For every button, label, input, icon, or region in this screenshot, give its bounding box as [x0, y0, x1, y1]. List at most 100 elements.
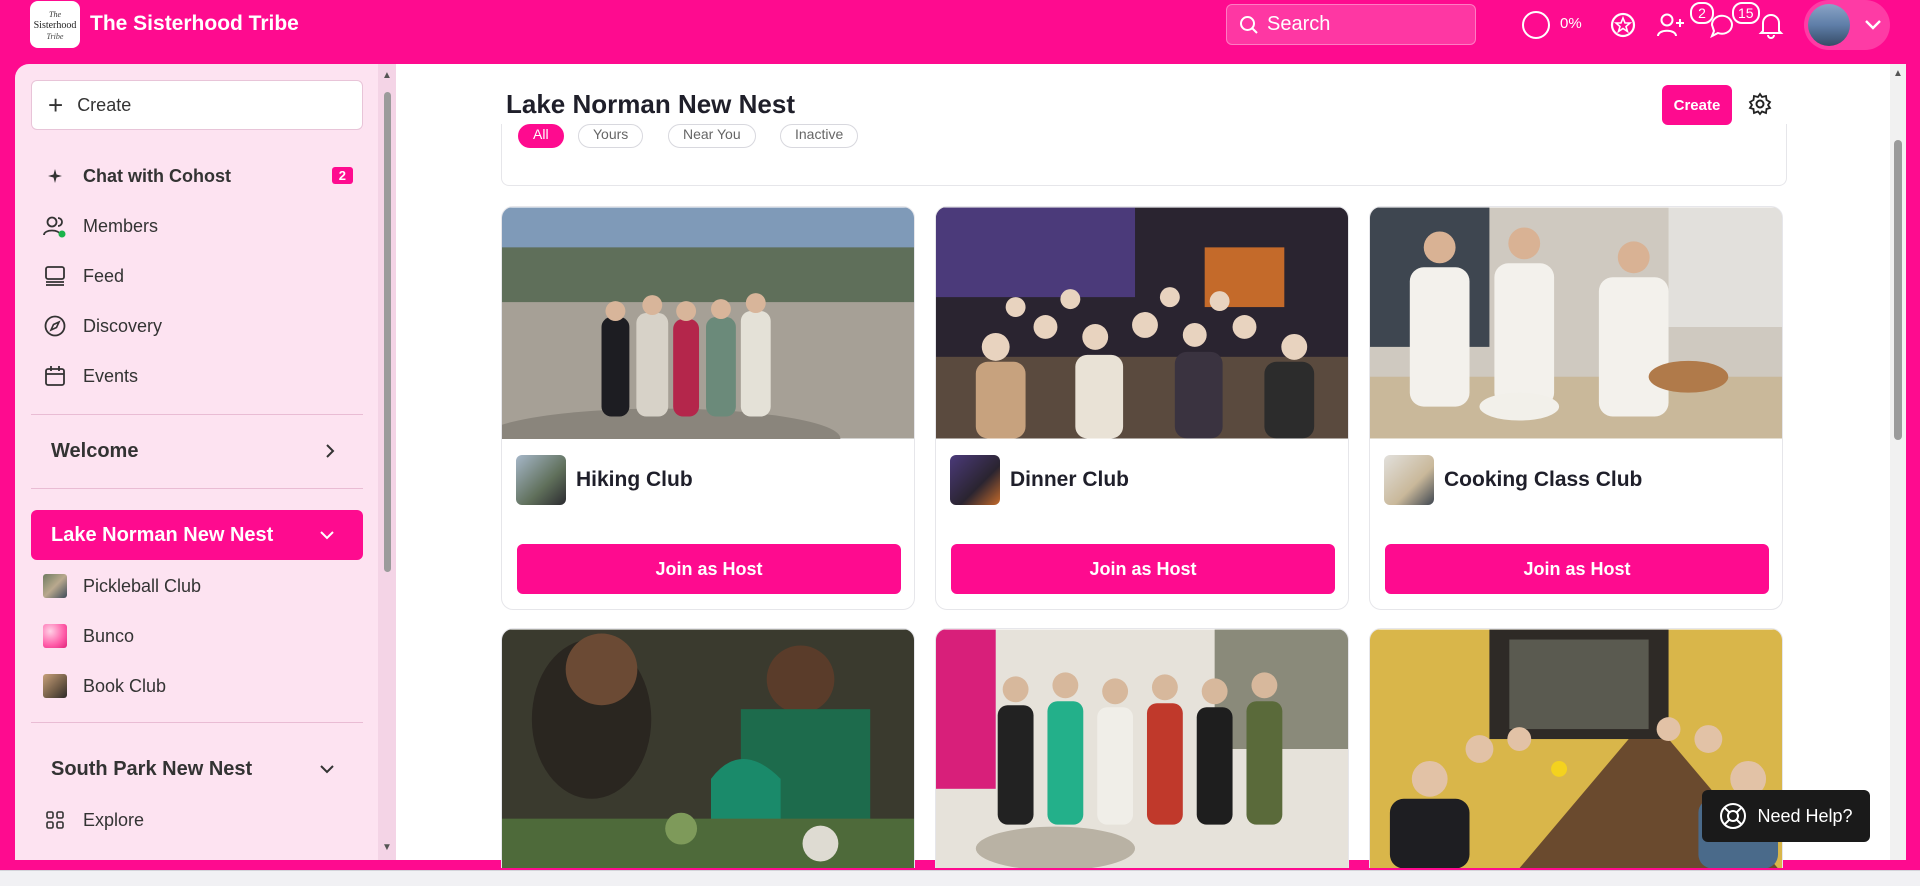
book-club-thumb	[43, 674, 67, 698]
chevron-right-icon	[326, 444, 335, 458]
avatar[interactable]	[1808, 4, 1850, 46]
sidebar-item-label: Members	[83, 215, 159, 236]
hiking-photo	[502, 207, 914, 469]
svg-text:Sisterhood: Sisterhood	[34, 20, 77, 31]
search-placeholder: Search	[1267, 13, 1331, 35]
main-scrollbar-thumb[interactable]	[1894, 140, 1902, 440]
pickleball-thumb	[43, 574, 67, 598]
join-as-host-button[interactable]: Join as Host	[517, 544, 901, 594]
scroll-up-icon[interactable]: ▲	[382, 70, 392, 81]
page-title: Lake Norman New Nest	[506, 89, 795, 119]
bell-icon[interactable]	[1756, 10, 1786, 40]
chevron-down-icon[interactable]	[1864, 19, 1882, 31]
sidebar-item-label: Pickleball Club	[83, 575, 202, 596]
sidebar-item-label: Chat with Cohost	[83, 165, 231, 186]
card-name[interactable]: Hiking Club	[576, 468, 693, 492]
club-card-cooking[interactable]: Cooking Class Club Join as Host	[1369, 206, 1783, 610]
sidebar-item-pickleball-club[interactable]: Pickleball Club	[31, 566, 363, 606]
sidebar-item-bunco[interactable]: Bunco	[31, 616, 363, 656]
svg-text:Tribe: Tribe	[47, 32, 64, 41]
dinner-club-thumb	[950, 455, 1000, 505]
filter-yours[interactable]: Yours	[578, 124, 644, 148]
garden-photo	[502, 629, 914, 868]
filter-tabs: All Yours Near You Inactive	[501, 124, 1787, 186]
need-help-button[interactable]: Need Help?	[1702, 790, 1870, 842]
cooking-photo	[1370, 207, 1782, 439]
sidebar-section-welcome[interactable]: Welcome	[31, 426, 363, 476]
sidebar: + Create Chat with Cohost 2 Members Feed…	[15, 64, 378, 860]
club-card-dinner[interactable]: Dinner Club Join as Host	[935, 206, 1349, 610]
sidebar-scrollbar[interactable]: ▲ ▼	[378, 64, 396, 860]
sidebar-item-label: Bunco	[83, 625, 135, 646]
sidebar-section-lake-norman[interactable]: Lake Norman New Nest	[31, 510, 363, 560]
sidebar-item-explore[interactable]: Explore	[31, 800, 363, 840]
search-input[interactable]: Search	[1226, 4, 1476, 45]
card-name[interactable]: Dinner Club	[1010, 468, 1129, 492]
svg-text:The: The	[49, 10, 61, 19]
sidebar-item-label: Feed	[83, 265, 125, 286]
sidebar-divider	[31, 722, 363, 723]
club-card-hiking[interactable]: Hiking Club Join as Host	[501, 206, 915, 610]
search-icon	[1240, 15, 1258, 34]
sparkle-icon	[43, 166, 67, 186]
lifebuoy-icon	[1720, 803, 1747, 829]
club-card-garden[interactable]	[501, 628, 915, 868]
header-create-button[interactable]: Create	[1662, 85, 1732, 125]
filter-inactive[interactable]: Inactive	[780, 124, 859, 148]
progress-ring-icon[interactable]	[1522, 11, 1550, 39]
need-help-label: Need Help?	[1757, 805, 1853, 826]
filter-all[interactable]: All	[518, 124, 564, 148]
sidebar-create-button[interactable]: + Create	[31, 80, 363, 130]
add-user-icon[interactable]: 2	[1656, 2, 1714, 40]
bottom-strip	[0, 870, 1920, 886]
progress-percent: 0%	[1560, 15, 1582, 32]
sidebar-scrollbar-thumb[interactable]	[384, 92, 391, 572]
join-as-host-button[interactable]: Join as Host	[1385, 544, 1769, 594]
scroll-up-icon[interactable]: ▲	[1893, 68, 1903, 79]
sidebar-divider	[31, 414, 363, 415]
chevron-down-icon	[320, 765, 334, 774]
feed-icon	[43, 264, 67, 288]
sidebar-create-label: Create	[77, 94, 132, 115]
calendar-icon	[43, 364, 67, 388]
wine-photo	[936, 629, 1348, 868]
sidebar-item-events[interactable]: Events	[31, 356, 363, 396]
sidebar-item-label: Discovery	[83, 315, 163, 336]
card-name[interactable]: Cooking Class Club	[1444, 468, 1642, 492]
chevron-down-icon	[320, 531, 334, 540]
app-logo[interactable]: The Sisterhood Tribe	[30, 1, 80, 48]
sidebar-item-chat-with-cohost[interactable]: Chat with Cohost 2	[31, 156, 363, 196]
section-title: South Park New Nest	[51, 757, 253, 780]
sidebar-item-label: Explore	[83, 809, 145, 830]
card-title-row: Dinner Club	[950, 455, 1129, 505]
app-title[interactable]: The Sisterhood Tribe	[90, 12, 299, 36]
top-bar: The Sisterhood Tribe The Sisterhood Trib…	[0, 0, 1920, 50]
filter-near-you[interactable]: Near You	[668, 124, 756, 148]
compass-icon	[43, 314, 67, 338]
star-badge-icon[interactable]	[1608, 10, 1638, 40]
sidebar-section-south-park[interactable]: South Park New Nest	[31, 744, 363, 794]
sidebar-item-book-club[interactable]: Book Club	[31, 666, 363, 706]
section-title: Lake Norman New Nest	[51, 523, 274, 546]
main-scrollbar[interactable]: ▲	[1890, 64, 1906, 860]
logo-mark: The Sisterhood Tribe	[34, 10, 77, 41]
gear-icon[interactable]	[1748, 92, 1772, 116]
chat-count-badge: 2	[331, 167, 353, 184]
sidebar-item-label: Book Club	[83, 675, 167, 696]
sidebar-item-members[interactable]: Members	[31, 206, 363, 246]
scroll-down-icon[interactable]: ▼	[382, 842, 392, 853]
bunco-thumb	[43, 624, 67, 648]
card-title-row: Hiking Club	[516, 455, 693, 505]
members-icon	[43, 214, 67, 238]
cooking-club-thumb	[1384, 455, 1434, 505]
club-card-wine[interactable]	[935, 628, 1349, 868]
join-as-host-button[interactable]: Join as Host	[951, 544, 1335, 594]
plus-icon: +	[48, 90, 64, 120]
section-title: Welcome	[51, 439, 139, 462]
card-title-row: Cooking Class Club	[1384, 455, 1642, 505]
sidebar-item-discovery[interactable]: Discovery	[31, 306, 363, 346]
user-menu[interactable]	[1804, 0, 1890, 50]
sidebar-item-feed[interactable]: Feed	[31, 256, 363, 296]
hiking-club-thumb	[516, 455, 566, 505]
chat-icon[interactable]: 15	[1708, 2, 1760, 40]
